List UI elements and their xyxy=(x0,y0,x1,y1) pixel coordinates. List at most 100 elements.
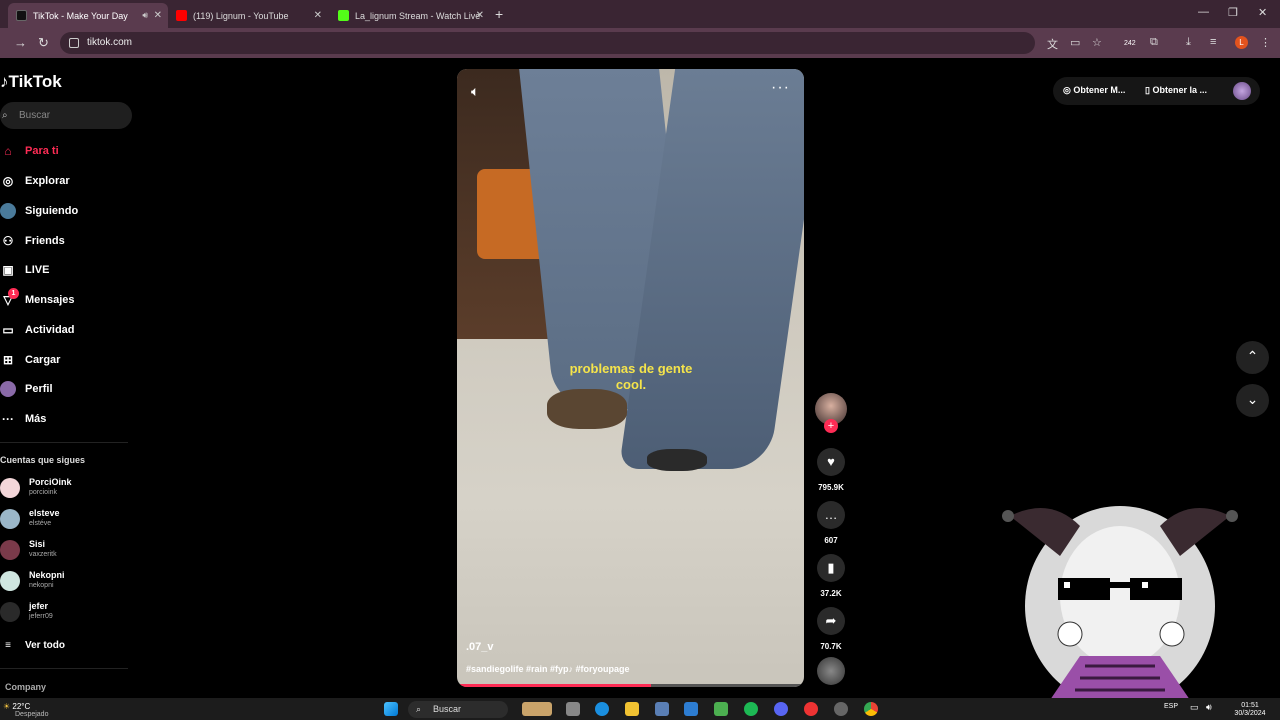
tab-title: La_lignum Stream - Watch Live xyxy=(355,10,481,21)
calculator-icon[interactable] xyxy=(655,702,669,716)
store-icon[interactable] xyxy=(684,702,698,716)
nav-siguiendo[interactable]: Siguiendo xyxy=(0,200,78,222)
widget-thumbnail-icon[interactable] xyxy=(522,702,552,716)
footer-company-link[interactable]: Company xyxy=(5,682,46,692)
site-info-icon[interactable] xyxy=(69,38,79,48)
video-progress-bar[interactable] xyxy=(457,684,804,687)
avatar xyxy=(0,509,20,529)
close-tab-icon[interactable]: ✕ xyxy=(476,10,484,21)
followed-account[interactable]: Nekopni nekopni xyxy=(0,569,120,595)
tab-kick[interactable]: La_lignum Stream - Watch Live ✕ xyxy=(330,3,490,28)
chrome-icon[interactable] xyxy=(864,702,878,716)
chevron-up-icon: ⌃ xyxy=(1246,348,1259,364)
like-button[interactable]: ♥ xyxy=(817,448,845,476)
get-coins-button[interactable]: ◎ Obtener M... xyxy=(1063,85,1125,96)
taskbar-search[interactable]: ⌕ Buscar xyxy=(408,701,508,718)
share-button[interactable]: ➦ xyxy=(817,607,845,635)
see-all-link[interactable]: ≡ Ver todo xyxy=(0,634,65,656)
close-tab-icon[interactable]: ✕ xyxy=(314,10,322,21)
tab-title: TikTok - Make Your Day xyxy=(33,10,128,21)
volume-tray-icon[interactable]: 🔊︎ xyxy=(1206,702,1212,713)
follow-plus-icon[interactable]: + xyxy=(824,419,838,433)
nav-explorar[interactable]: ◎ Explorar xyxy=(0,170,70,192)
minecraft-icon[interactable] xyxy=(714,702,728,716)
speaker-icon[interactable]: 🔊︎ xyxy=(142,10,148,21)
activity-icon: ▭ xyxy=(2,323,14,337)
user-avatar[interactable] xyxy=(1233,82,1251,100)
tiktok-logo[interactable]: ♪TikTok xyxy=(0,72,62,92)
reload-icon[interactable]: ↻ xyxy=(38,35,49,51)
restore-icon[interactable]: ❐ xyxy=(1228,6,1238,19)
save-button[interactable]: ▮ xyxy=(817,554,845,582)
sun-icon: ☀ xyxy=(3,702,11,711)
close-tab-icon[interactable]: ✕ xyxy=(154,10,162,21)
forward-icon[interactable]: → xyxy=(14,35,27,50)
avatar xyxy=(0,478,20,498)
followed-account[interactable]: jefer jeferr09 xyxy=(0,600,120,626)
followed-account[interactable]: PorciOink porcioink xyxy=(0,476,120,502)
video-author[interactable]: .07_v xyxy=(466,641,494,653)
friends-icon: ⚇ xyxy=(2,234,14,248)
file-explorer-icon[interactable] xyxy=(625,702,639,716)
extensions-icon[interactable]: ⧉ xyxy=(1150,36,1158,49)
discord-icon[interactable] xyxy=(774,702,788,716)
nav-live[interactable]: ▣ LIVE xyxy=(0,259,49,281)
avatar xyxy=(0,571,20,591)
translate-icon[interactable]: 文 xyxy=(1047,36,1058,52)
video-hashtags[interactable]: #sandiegolife #rain #fyp♪ #foryoupage xyxy=(466,664,630,674)
new-tab-button[interactable]: + xyxy=(495,6,503,22)
nav-actividad[interactable]: ▭ Actividad xyxy=(0,319,74,341)
nav-cargar[interactable]: ⊞ Cargar xyxy=(0,349,61,371)
previous-video-button[interactable]: ⌃ xyxy=(1236,341,1269,374)
comment-button[interactable]: … xyxy=(817,501,845,529)
clock[interactable]: 01:51 30/3/2024 xyxy=(1228,702,1272,718)
spotify-icon[interactable] xyxy=(744,702,758,716)
music-disc-icon[interactable] xyxy=(817,657,845,685)
search-input[interactable]: ⌕ Buscar xyxy=(0,102,132,129)
network-icon[interactable]: ▭ xyxy=(1190,702,1199,713)
profile-avatar[interactable]: L xyxy=(1235,36,1248,49)
download-icon[interactable]: ⤓ xyxy=(1186,36,1191,49)
edge-icon[interactable] xyxy=(595,702,609,716)
video-player[interactable]: 🔈︎ ··· problemas de gente cool. .07_v #s… xyxy=(457,69,804,687)
tab-youtube[interactable]: (119) Lignum - YouTube ✕ xyxy=(168,3,328,28)
followed-account[interactable]: Sisi vaxzeritk xyxy=(0,538,120,564)
app-icon[interactable] xyxy=(804,702,818,716)
heart-icon: ♥ xyxy=(827,454,835,469)
nav-para-ti[interactable]: ⌂ Para ti xyxy=(0,140,58,162)
nav-perfil[interactable]: Perfil xyxy=(0,378,53,400)
nav-friends[interactable]: ⚇ Friends xyxy=(0,230,65,252)
volume-icon[interactable]: 🔈︎ xyxy=(471,83,479,100)
search-icon: ⌕ xyxy=(2,110,8,121)
avatar xyxy=(0,540,20,560)
tab-tiktok[interactable]: TikTok - Make Your Day 🔊︎ ✕ xyxy=(8,3,168,28)
share-count: 70.7K xyxy=(820,642,842,651)
obs-icon[interactable] xyxy=(834,702,848,716)
divider xyxy=(0,442,128,443)
nav-mas[interactable]: ··· Más xyxy=(0,408,46,430)
address-bar[interactable]: tiktok.com xyxy=(60,32,1035,54)
youtube-favicon-icon xyxy=(176,10,187,21)
tiktok-note-icon: ♪ xyxy=(0,72,9,91)
close-window-icon[interactable]: ✕ xyxy=(1258,6,1267,19)
more-options-icon[interactable]: ··· xyxy=(771,79,790,97)
minimize-icon[interactable]: — xyxy=(1198,6,1209,18)
top-right-bar: ◎ Obtener M... ▯ Obtener la ... xyxy=(1053,77,1260,105)
home-icon: ⌂ xyxy=(4,144,12,158)
extension-badge[interactable]: 242 xyxy=(1124,40,1136,47)
weather-widget[interactable]: ☀ 22°C Despejado xyxy=(3,702,48,718)
browser-menu-icon[interactable]: ⋮ xyxy=(1260,36,1271,49)
windows-start-icon[interactable] xyxy=(384,702,398,716)
next-video-button[interactable]: ⌄ xyxy=(1236,384,1269,417)
compass-icon: ◎ xyxy=(2,174,14,188)
nav-mensajes[interactable]: ▽ 1 Mensajes xyxy=(0,288,75,311)
cast-icon[interactable]: ▭ xyxy=(1070,36,1080,49)
bookmark-star-icon[interactable]: ☆ xyxy=(1092,36,1102,49)
language-indicator[interactable]: ESP xyxy=(1164,703,1178,710)
followed-account[interactable]: elsteve elstéve xyxy=(0,507,120,533)
get-app-button[interactable]: ▯ Obtener la ... xyxy=(1145,85,1207,96)
upload-icon: ⊞ xyxy=(2,353,14,367)
like-count: 795.9K xyxy=(818,483,844,492)
media-icon[interactable]: ≡ xyxy=(1210,36,1216,48)
task-view-icon[interactable] xyxy=(566,702,580,716)
